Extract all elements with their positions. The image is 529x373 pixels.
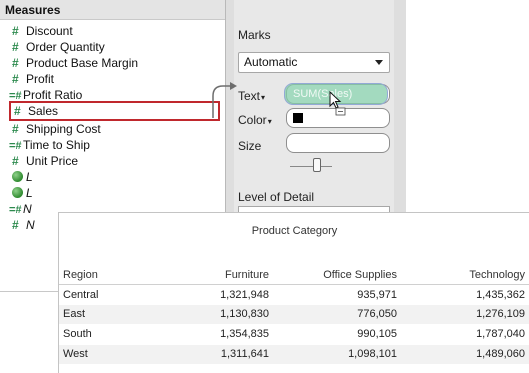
column-group-header: Product Category bbox=[251, 225, 338, 237]
value-cell: 1,311,641 bbox=[220, 348, 269, 360]
drag-arrow-path bbox=[212, 85, 232, 118]
value-cell: 1,435,362 bbox=[476, 289, 525, 301]
value-cell: 1,489,060 bbox=[476, 348, 525, 360]
value-cell: 990,105 bbox=[357, 328, 397, 340]
drag-arrow-head bbox=[230, 82, 237, 90]
result-crosstab: Product Category Region Furniture Office… bbox=[58, 212, 529, 373]
value-cell: 1,354,835 bbox=[220, 328, 269, 340]
value-cell: 1,321,948 bbox=[220, 289, 269, 301]
value-cell: 935,971 bbox=[357, 289, 397, 301]
column-header: Furniture bbox=[224, 269, 269, 281]
value-cell: 1,098,101 bbox=[348, 348, 397, 360]
column-header: Office Supplies bbox=[323, 269, 397, 281]
value-cell: 1,130,830 bbox=[220, 308, 269, 320]
value-cell: 776,050 bbox=[357, 308, 397, 320]
region-cell: South bbox=[63, 328, 92, 340]
table-row: South 1,354,835 990,105 1,787,040 bbox=[59, 325, 529, 344]
table-row: East 1,130,830 776,050 1,276,109 bbox=[59, 305, 529, 324]
header-divider bbox=[59, 284, 529, 285]
column-header: Technology bbox=[469, 269, 525, 281]
region-cell: West bbox=[63, 348, 88, 360]
table-row: West 1,311,641 1,098,101 1,489,060 bbox=[59, 345, 529, 364]
value-cell: 1,276,109 bbox=[476, 308, 525, 320]
value-cell: 1,787,040 bbox=[476, 328, 525, 340]
mouse-cursor-icon bbox=[329, 90, 346, 116]
table-row: Central 1,321,948 935,971 1,435,362 bbox=[59, 286, 529, 305]
region-cell: East bbox=[63, 308, 86, 320]
region-cell: Central bbox=[63, 289, 99, 301]
row-header-region: Region bbox=[63, 269, 98, 281]
